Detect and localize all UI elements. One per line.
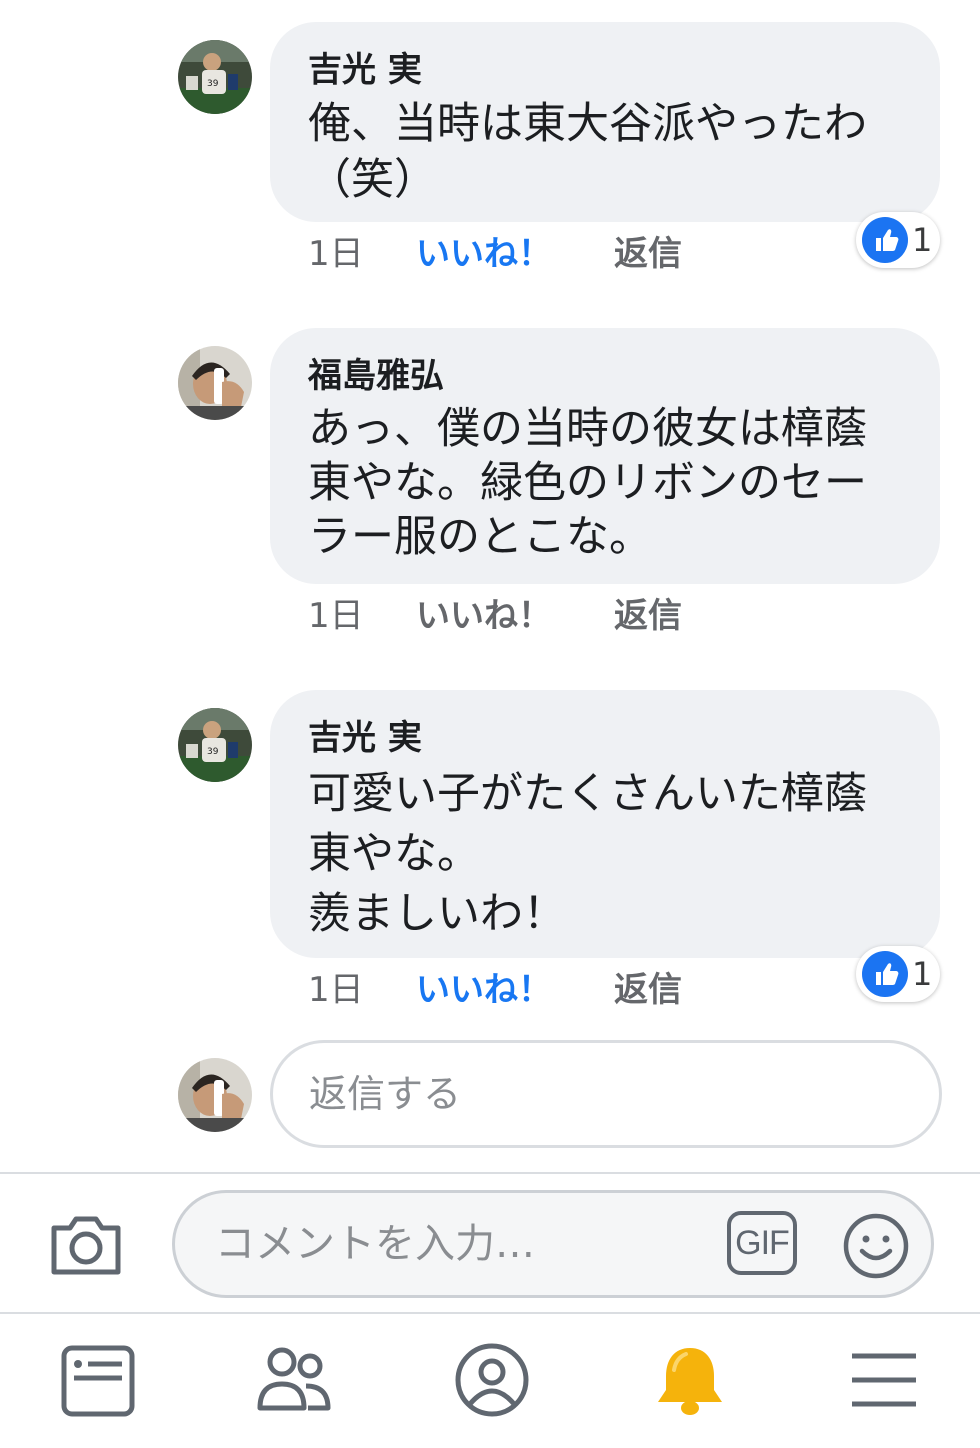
current-user-avatar: [178, 1058, 252, 1132]
reaction-count: 1: [912, 221, 933, 259]
news-feed-icon[interactable]: [58, 1340, 138, 1420]
like-button[interactable]: いいね！: [416, 230, 552, 278]
comment-text-line: （笑）: [308, 155, 437, 205]
reply-button[interactable]: 返信: [614, 592, 682, 640]
reply-input-placeholder: 返信する: [309, 1072, 462, 1116]
menu-icon[interactable]: [846, 1340, 926, 1420]
comment-text-line: 東やな。緑色のリボンのセー: [308, 458, 867, 508]
comment-timestamp[interactable]: 1日: [308, 230, 364, 278]
reply-button[interactable]: 返信: [614, 966, 682, 1014]
comment-text-line: あっ、僕の当時の彼女は樟蔭: [308, 404, 867, 454]
comment-text-line: ラー服のとこな。: [308, 512, 652, 562]
comment-timestamp[interactable]: 1日: [308, 966, 364, 1014]
avatar-fukushima[interactable]: [178, 346, 252, 420]
comment-text-line: 俺、当時は東大谷派やったわ: [308, 99, 867, 149]
comment-input-placeholder: コメントを入力…: [215, 1221, 535, 1267]
comment-input[interactable]: コメントを入力… GIF: [172, 1190, 934, 1298]
thumbs-up-icon: [862, 951, 908, 997]
profile-icon[interactable]: [452, 1340, 532, 1420]
comment-bubble[interactable]: 吉光 実 俺、当時は東大谷派やったわ （笑）: [270, 22, 940, 222]
comment-author[interactable]: 吉光 実: [308, 52, 904, 88]
camera-icon[interactable]: [48, 1212, 124, 1278]
gif-button[interactable]: GIF: [727, 1211, 797, 1275]
comment-author[interactable]: 福島雅弘: [308, 358, 904, 394]
reaction-badge[interactable]: 1: [856, 212, 940, 268]
avatar-yoshimitsu[interactable]: 39: [178, 708, 252, 782]
smiley-icon[interactable]: [841, 1211, 911, 1281]
comment-author[interactable]: 吉光 実: [308, 720, 904, 756]
like-button[interactable]: いいね！: [416, 966, 552, 1014]
comment-text-line: 可愛い子がたくさんいた樟蔭: [308, 769, 867, 819]
comment-text-line: 羨ましいわ！: [308, 889, 566, 939]
notifications-bell-icon[interactable]: [650, 1340, 730, 1420]
thumbs-up-icon: [862, 217, 908, 263]
friends-icon[interactable]: [254, 1340, 334, 1420]
svg-text:39: 39: [207, 747, 219, 757]
avatar-yoshimitsu[interactable]: 39: [178, 40, 252, 114]
comment-thread-screen: 39 吉光 実 俺、当時は東大谷派やったわ （笑） 1日 いいね！ 返信 1 福…: [0, 0, 980, 1448]
svg-text:39: 39: [207, 79, 219, 89]
like-button[interactable]: いいね！: [416, 592, 552, 640]
comment-bubble[interactable]: 福島雅弘 あっ、僕の当時の彼女は樟蔭 東やな。緑色のリボンのセー ラー服のとこな…: [270, 328, 940, 584]
reaction-count: 1: [912, 955, 933, 993]
comment-timestamp[interactable]: 1日: [308, 592, 364, 640]
reply-input[interactable]: 返信する: [270, 1040, 942, 1148]
comment-text-line: 東やな。: [308, 829, 480, 879]
divider: [0, 1172, 980, 1174]
reaction-badge[interactable]: 1: [856, 946, 940, 1002]
divider: [0, 1312, 980, 1314]
comment-bubble[interactable]: 吉光 実 可愛い子がたくさんいた樟蔭 東やな。 羨ましいわ！: [270, 690, 940, 958]
reply-button[interactable]: 返信: [614, 230, 682, 278]
